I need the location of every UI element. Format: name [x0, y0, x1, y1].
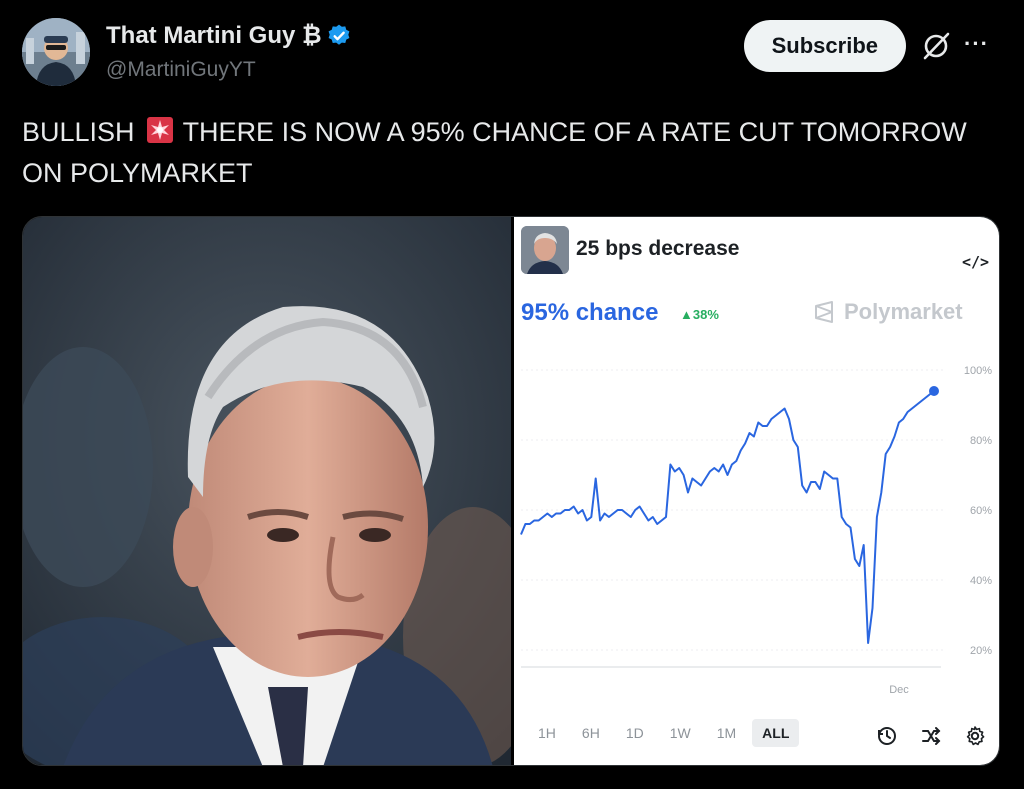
- more-options-icon[interactable]: ···: [964, 33, 994, 58]
- timeframe-1d[interactable]: 1D: [616, 719, 654, 747]
- y-axis-labels: 100% 80% 60% 40% 20%: [964, 365, 992, 657]
- chance-value: 95% chance: [521, 299, 659, 326]
- author-handle[interactable]: @MartiniGuyYT: [106, 58, 256, 82]
- subscribe-button[interactable]: Subscribe: [743, 20, 906, 72]
- tweet-media[interactable]: 25 bps decrease </> 95% chance ▲38% Poly…: [22, 216, 1000, 766]
- polymarket-brand[interactable]: Polymarket: [812, 299, 963, 325]
- y-tick-label: 20%: [970, 645, 992, 657]
- polymarket-logo-icon: [815, 301, 833, 323]
- shuffle-icon[interactable]: [920, 725, 942, 747]
- tweet-header: That Martini Guy ₿ @MartiniGuyYT Subscri…: [22, 18, 1002, 88]
- y-tick-label: 100%: [964, 365, 992, 377]
- change-badge: ▲38%: [680, 307, 719, 322]
- market-thumbnail: [521, 226, 569, 274]
- polymarket-card[interactable]: 25 bps decrease </> 95% chance ▲38% Poly…: [514, 217, 999, 765]
- probability-line: [520, 390, 935, 644]
- verified-badge-icon: [328, 24, 349, 45]
- timeframe-all[interactable]: ALL: [752, 719, 800, 747]
- y-tick-label: 80%: [970, 435, 992, 447]
- siren-emoji-icon: [146, 117, 173, 143]
- market-title[interactable]: 25 bps decrease: [576, 237, 739, 261]
- portrait-photo[interactable]: [23, 217, 511, 765]
- x-tick-label: Dec: [889, 684, 909, 696]
- timeframe-1w[interactable]: 1W: [660, 719, 701, 747]
- timeframe-1m[interactable]: 1M: [707, 719, 746, 747]
- brand-name: Polymarket: [844, 299, 963, 324]
- name-row: That Martini Guy ₿: [106, 22, 352, 50]
- settings-gear-icon[interactable]: [964, 725, 986, 747]
- display-name[interactable]: That Martini Guy ₿: [106, 22, 322, 50]
- y-tick-label: 40%: [970, 575, 992, 587]
- avatar[interactable]: [22, 18, 90, 86]
- y-tick-label: 60%: [970, 505, 992, 517]
- tweet-text-part1: BULLISH: [22, 117, 135, 147]
- timeframe-6h[interactable]: 6H: [572, 719, 610, 747]
- grok-icon[interactable]: [920, 30, 952, 62]
- embed-code-icon[interactable]: </>: [962, 253, 989, 271]
- tweet-text: BULLISH THERE IS NOW A 95% CHANCE OF A R…: [22, 112, 982, 194]
- current-value-dot: [929, 386, 939, 396]
- chart-grid: [521, 369, 944, 651]
- timeframe-1h[interactable]: 1H: [528, 719, 566, 747]
- probability-chart[interactable]: 100% 80% 60% 40% 20% Dec: [514, 357, 999, 697]
- history-icon[interactable]: [876, 725, 898, 747]
- timeframe-selector: 1H 6H 1D 1W 1M ALL: [528, 719, 805, 747]
